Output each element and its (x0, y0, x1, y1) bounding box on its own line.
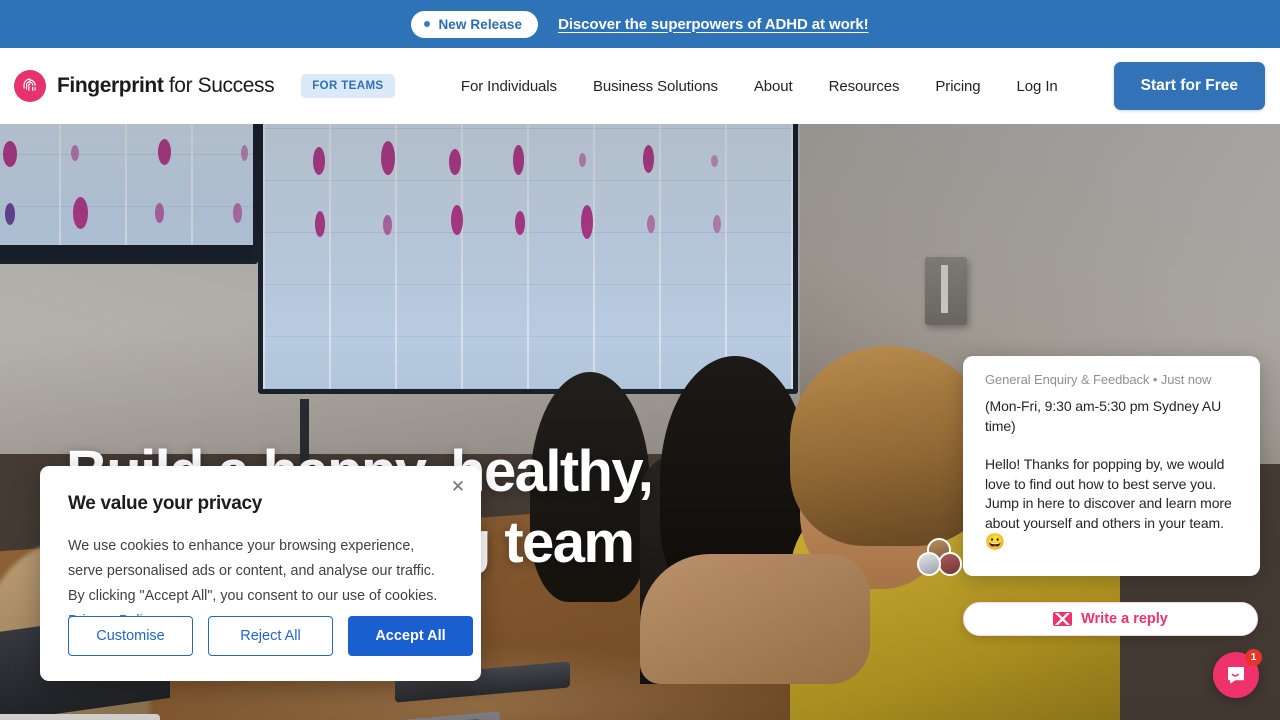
main-nav: For Individuals Business Solutions About… (461, 78, 1058, 95)
new-release-label: New Release (438, 16, 523, 32)
reject-all-button[interactable]: Reject All (208, 616, 333, 656)
chat-bubble-icon (1228, 667, 1244, 684)
avatar-group (917, 538, 962, 582)
brand-name-bold: Fingerprint (57, 74, 164, 97)
brand-logo[interactable]: Fingerprint for Success FOR TEAMS (14, 70, 395, 102)
chat-message-body: (Mon-Fri, 9:30 am-5:30 pm Sydney AU time… (985, 397, 1240, 553)
grinning-face-icon: 😀 (985, 534, 1005, 551)
write-a-reply-label: Write a reply (1081, 611, 1168, 627)
cookie-dialog-title: We value your privacy (68, 493, 262, 514)
announcement-link[interactable]: Discover the superpowers of ADHD at work… (558, 16, 869, 33)
start-for-free-button[interactable]: Start for Free (1113, 62, 1265, 110)
for-teams-badge[interactable]: FOR TEAMS (301, 74, 395, 98)
avatar (938, 552, 962, 576)
unread-count-badge: 1 (1245, 649, 1262, 666)
nav-item-log-in[interactable]: Log In (1017, 78, 1058, 95)
close-icon[interactable]: ✕ (447, 476, 469, 498)
site-header: Fingerprint for Success FOR TEAMS For In… (0, 48, 1280, 124)
avatar (917, 552, 941, 576)
nav-item-pricing[interactable]: Pricing (935, 78, 980, 95)
envelope-icon (1053, 612, 1073, 626)
write-a-reply-button[interactable]: Write a reply (963, 602, 1258, 636)
chat-hours-text: (Mon-Fri, 9:30 am-5:30 pm Sydney AU time… (985, 398, 1222, 434)
nav-item-about[interactable]: About (754, 78, 793, 95)
dot-icon (424, 21, 431, 27)
chat-greeting-text: Hello! Thanks for popping by, we would l… (985, 456, 1232, 531)
chat-message-meta: General Enquiry & Feedback • Just now (985, 372, 1212, 387)
page-root: New Release Discover the superpowers of … (0, 0, 1280, 720)
brand-name-light: for Success (163, 74, 275, 97)
customise-button[interactable]: Customise (68, 616, 193, 656)
nav-item-resources[interactable]: Resources (829, 78, 900, 95)
brand-name: Fingerprint for Success (57, 74, 275, 98)
announcement-banner: New Release Discover the superpowers of … (0, 0, 1280, 48)
cookie-body-text: We use cookies to enhance your browsing … (68, 538, 438, 604)
nav-item-for-individuals[interactable]: For Individuals (461, 78, 557, 95)
accept-all-button[interactable]: Accept All (348, 616, 473, 656)
cookie-consent-dialog: ✕ We value your privacy We use cookies t… (40, 466, 481, 681)
chat-message-card[interactable]: General Enquiry & Feedback • Just now (M… (963, 356, 1260, 576)
new-release-pill[interactable]: New Release (411, 10, 539, 38)
nav-item-business-solutions[interactable]: Business Solutions (593, 78, 718, 95)
intercom-launcher-button[interactable]: 1 (1213, 649, 1262, 698)
fingerprint-icon (14, 70, 46, 102)
cookie-dialog-actions: Customise Reject All Accept All (68, 616, 473, 656)
